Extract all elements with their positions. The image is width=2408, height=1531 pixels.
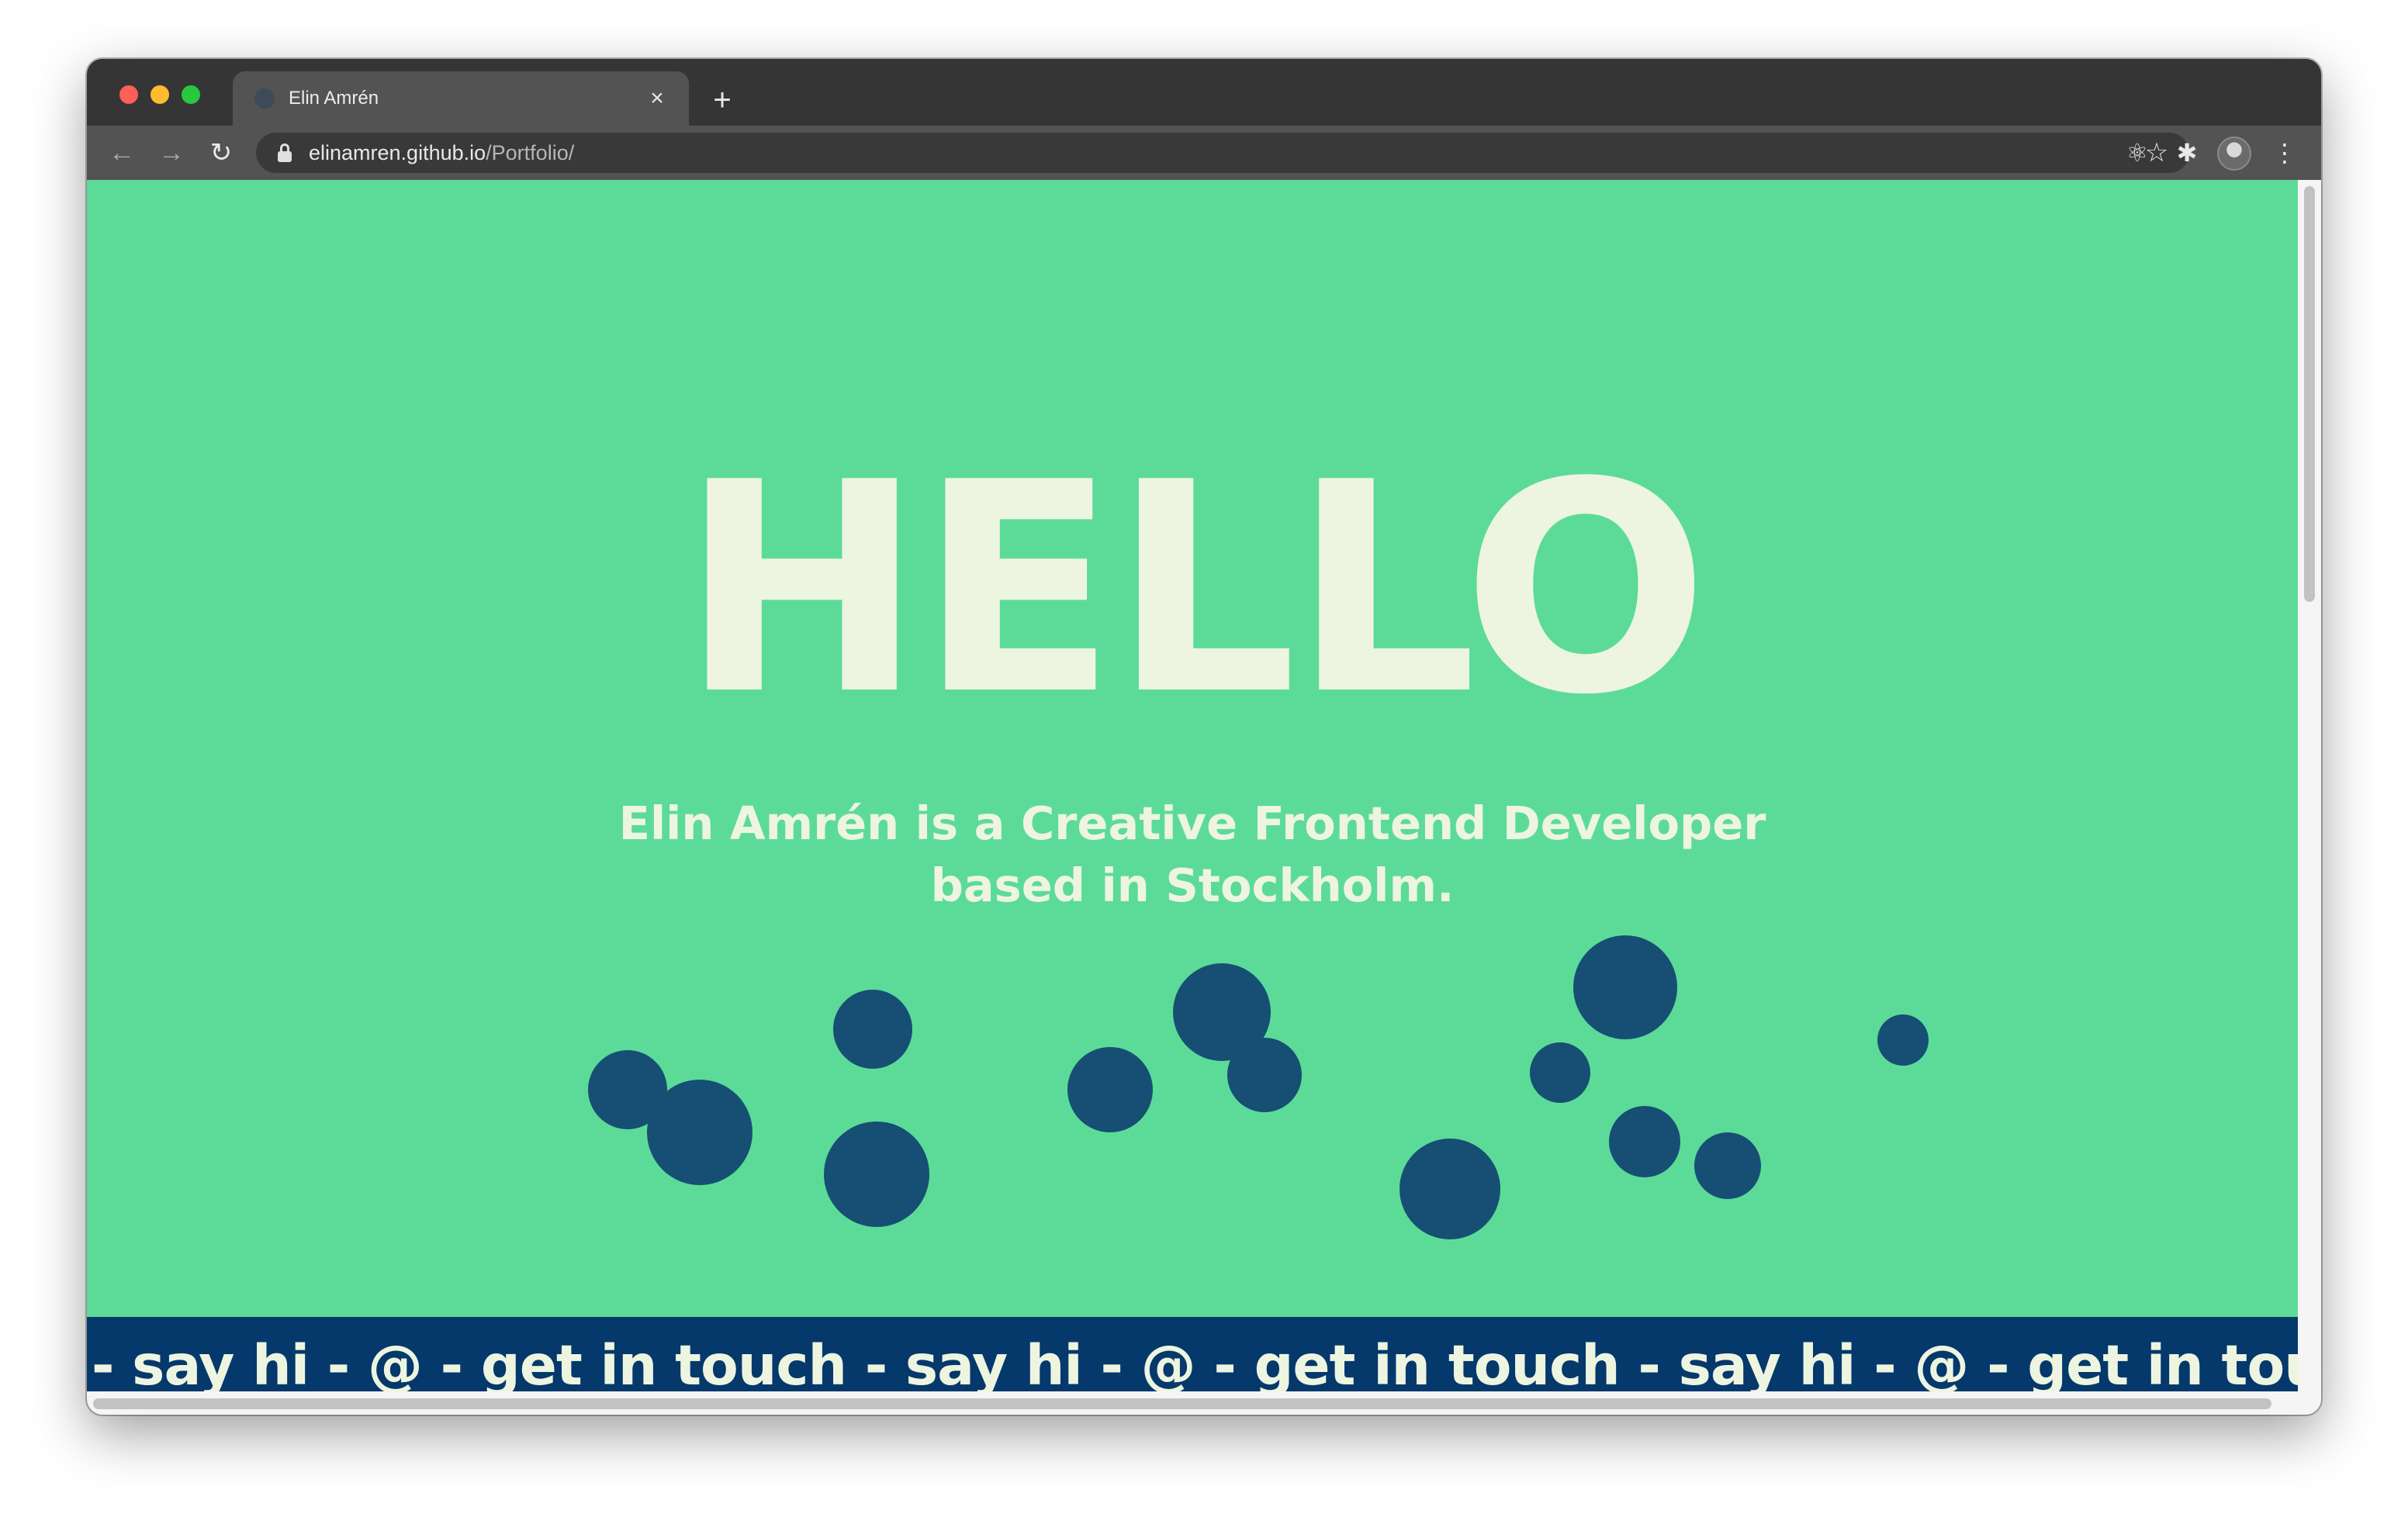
browser-menu-icon[interactable]: ⋮ [2265, 133, 2304, 172]
tab-close-icon[interactable]: × [645, 87, 669, 110]
bubble [1227, 1038, 1302, 1112]
bubble [1877, 1014, 1929, 1066]
tab-strip: Elin Amrén × + [87, 59, 2321, 126]
back-icon[interactable]: ← [104, 135, 140, 171]
browser-toolbar: ← → ↻ elinamren.github.io/Portfolio/ ☆ ⚛… [87, 126, 2321, 180]
bubble [1694, 1132, 1761, 1199]
url-path: /Portfolio/ [486, 140, 575, 164]
horizontal-scrollbar-thumb[interactable] [93, 1398, 2271, 1409]
horizontal-scrollbar[interactable] [87, 1391, 2298, 1415]
tab-title: Elin Amrén [289, 88, 379, 109]
reload-icon[interactable]: ↻ [203, 135, 239, 171]
close-window-button[interactable] [119, 85, 138, 104]
forward-icon[interactable]: → [154, 135, 189, 171]
favicon-icon [254, 88, 275, 109]
marquee-text[interactable]: - say hi - @ - get in touch - say hi - @… [92, 1331, 2298, 1401]
url-text: elinamren.github.io/Portfolio/ [309, 141, 574, 165]
zoom-window-button[interactable] [182, 85, 200, 104]
bubble [1399, 1139, 1500, 1239]
hero-subtitle: Elin Amrén is a Creative Frontend Develo… [87, 793, 2298, 917]
subtitle-line-1: Elin Amrén is a Creative Frontend Develo… [618, 797, 1766, 850]
page-content: HELLO Elin Amrén is a Creative Frontend … [87, 180, 2298, 1415]
vertical-scrollbar[interactable] [2298, 180, 2321, 1415]
browser-window: Elin Amrén × + ← → ↻ elinamren.github.io… [87, 59, 2321, 1415]
bubble [647, 1080, 752, 1185]
bubble [833, 990, 912, 1069]
bubble [1067, 1047, 1153, 1132]
profile-avatar[interactable] [2217, 137, 2251, 171]
window-controls [119, 85, 200, 104]
subtitle-line-2: based in Stockholm. [930, 859, 1455, 912]
hero-heading: HELLO [680, 421, 1709, 759]
url-host: elinamren.github.io [309, 140, 486, 164]
extensions-icon[interactable]: ✱ [2168, 133, 2206, 172]
lock-icon[interactable] [278, 143, 292, 162]
bubble [824, 1121, 929, 1227]
bubble [1609, 1106, 1680, 1177]
bubble [1530, 1042, 1590, 1103]
minimize-window-button[interactable] [150, 85, 169, 104]
bubble [1573, 935, 1677, 1039]
new-tab-button[interactable]: + [704, 82, 740, 118]
react-devtools-icon[interactable]: ⚛ [2118, 133, 2157, 172]
address-bar[interactable]: elinamren.github.io/Portfolio/ ☆ [256, 133, 2189, 173]
vertical-scrollbar-thumb[interactable] [2304, 186, 2315, 602]
tab-active[interactable]: Elin Amrén × [233, 71, 689, 126]
